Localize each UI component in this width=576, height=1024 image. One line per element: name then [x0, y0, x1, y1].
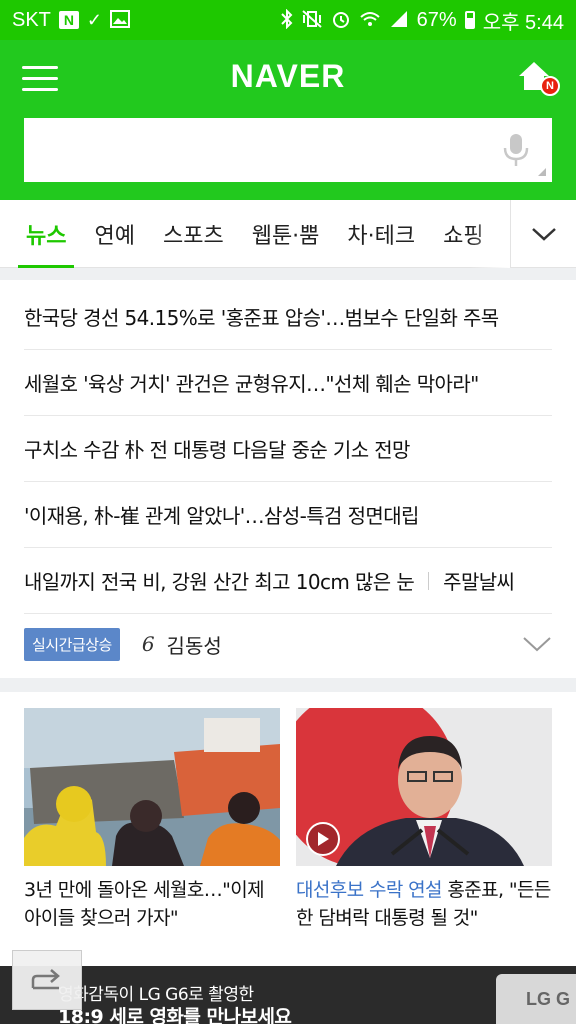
tab-car-tech[interactable]: 차·테크 — [333, 200, 429, 268]
share-icon — [31, 969, 60, 990]
headline-list: 한국당 경선 54.15%로 '홍준표 압승'…범보수 단일화 주목 세월호 '… — [24, 284, 552, 614]
headline-item[interactable]: 세월호 '육상 거치' 관건은 균형유지…"선체 훼손 막아라" — [24, 350, 552, 416]
mic-icon[interactable] — [502, 132, 530, 168]
tab-entertainment[interactable]: 연예 — [80, 200, 148, 268]
headline-text[interactable]: 내일까지 전국 비, 강원 산간 최고 10cm 많은 눈 — [24, 566, 415, 595]
chevron-down-icon[interactable] — [522, 634, 552, 654]
trending-badge: 실시간급상승 — [24, 627, 120, 661]
home-button[interactable]: N — [516, 58, 560, 98]
wifi-icon — [359, 10, 381, 31]
play-icon[interactable] — [306, 822, 340, 856]
clock: 오후 5:44 — [482, 11, 564, 34]
tab-news[interactable]: 뉴스 — [12, 200, 80, 268]
photo-news-card[interactable]: 3년 만에 돌아온 세월호…"이제 아이들 찾으러 가자" — [24, 708, 280, 932]
trending-rank: 6 — [141, 632, 155, 656]
separator — [428, 571, 430, 590]
news-video-thumbnail[interactable] — [296, 708, 552, 866]
news-photo-ferry[interactable] — [24, 708, 280, 866]
trending-keyword[interactable]: 김동성 — [167, 630, 222, 659]
chevron-down-icon — [531, 228, 556, 241]
image-icon — [110, 9, 130, 31]
share-button[interactable] — [12, 950, 82, 1010]
battery-percent: 67% — [416, 8, 457, 31]
naver-notification-icon: N — [58, 11, 79, 29]
category-tabs: 뉴스 연예 스포츠 웹툰·뿜 차·테크 쇼핑 — [0, 200, 576, 268]
bluetooth-icon — [280, 8, 293, 32]
divider — [0, 678, 576, 692]
naver-logo[interactable]: NAVER — [0, 58, 576, 95]
card-caption[interactable]: 3년 만에 돌아온 세월호…"이제 아이들 찾으러 가자" — [24, 876, 280, 932]
video-news-card[interactable]: 대선후보 수락 연설 홍준표, "든든한 담벼락 대통령 될 것" — [296, 708, 552, 932]
tab-webtoon[interactable]: 웹툰·뿜 — [238, 200, 334, 268]
headline-item[interactable]: '이재용, 朴-崔 관계 알았나'…삼성-특검 정면대립 — [24, 482, 552, 548]
search-options-icon[interactable] — [538, 168, 546, 176]
headline-item-weather: 내일까지 전국 비, 강원 산간 최고 10cm 많은 눈 주말날씨 — [24, 548, 552, 614]
tabs-expand-button[interactable] — [510, 200, 576, 268]
status-bar: SKT N ✓ 67% 오후 5:44 — [0, 0, 576, 40]
vibrate-icon — [301, 9, 323, 32]
check-icon: ✓ — [86, 10, 102, 30]
headline-item[interactable]: 구치소 수감 朴 전 대통령 다음달 중순 기소 전망 — [24, 416, 552, 482]
related-link[interactable]: 주말날씨 — [443, 566, 515, 595]
ad-banner[interactable]: 영화감독이 LG G6로 촬영한 18:9 세로 영화를 만나보세요 LG G — [0, 966, 576, 1024]
alarm-icon — [331, 9, 351, 32]
card-caption[interactable]: 대선후보 수락 연설 홍준표, "든든한 담벼락 대통령 될 것" — [296, 876, 552, 932]
home-new-badge: N — [540, 76, 560, 96]
status-right: 67% 오후 5:44 — [280, 6, 564, 35]
card-highlight[interactable]: 대선후보 수락 연설 — [296, 879, 443, 901]
signal-icon — [389, 10, 409, 31]
realtime-trending[interactable]: 실시간급상승 6 김동성 — [24, 612, 552, 676]
search-box — [24, 118, 552, 182]
tabs-fade — [470, 200, 510, 268]
ad-brand-logo: LG G — [496, 974, 576, 1024]
tab-sports[interactable]: 스포츠 — [149, 200, 238, 268]
carrier-label: SKT — [12, 8, 51, 31]
ad-line-2: 18:9 세로 영화를 만나보세요 — [58, 1006, 292, 1024]
search-input[interactable] — [24, 118, 484, 182]
status-left: SKT N ✓ — [12, 9, 130, 32]
headline-item[interactable]: 한국당 경선 54.15%로 '홍준표 압승'…범보수 단일화 주목 — [24, 284, 552, 350]
tabs-scroll[interactable]: 뉴스 연예 스포츠 웹툰·뿜 차·테크 쇼핑 — [0, 200, 510, 268]
header: NAVER N — [0, 40, 576, 200]
divider — [0, 268, 576, 280]
battery-icon — [464, 11, 475, 29]
